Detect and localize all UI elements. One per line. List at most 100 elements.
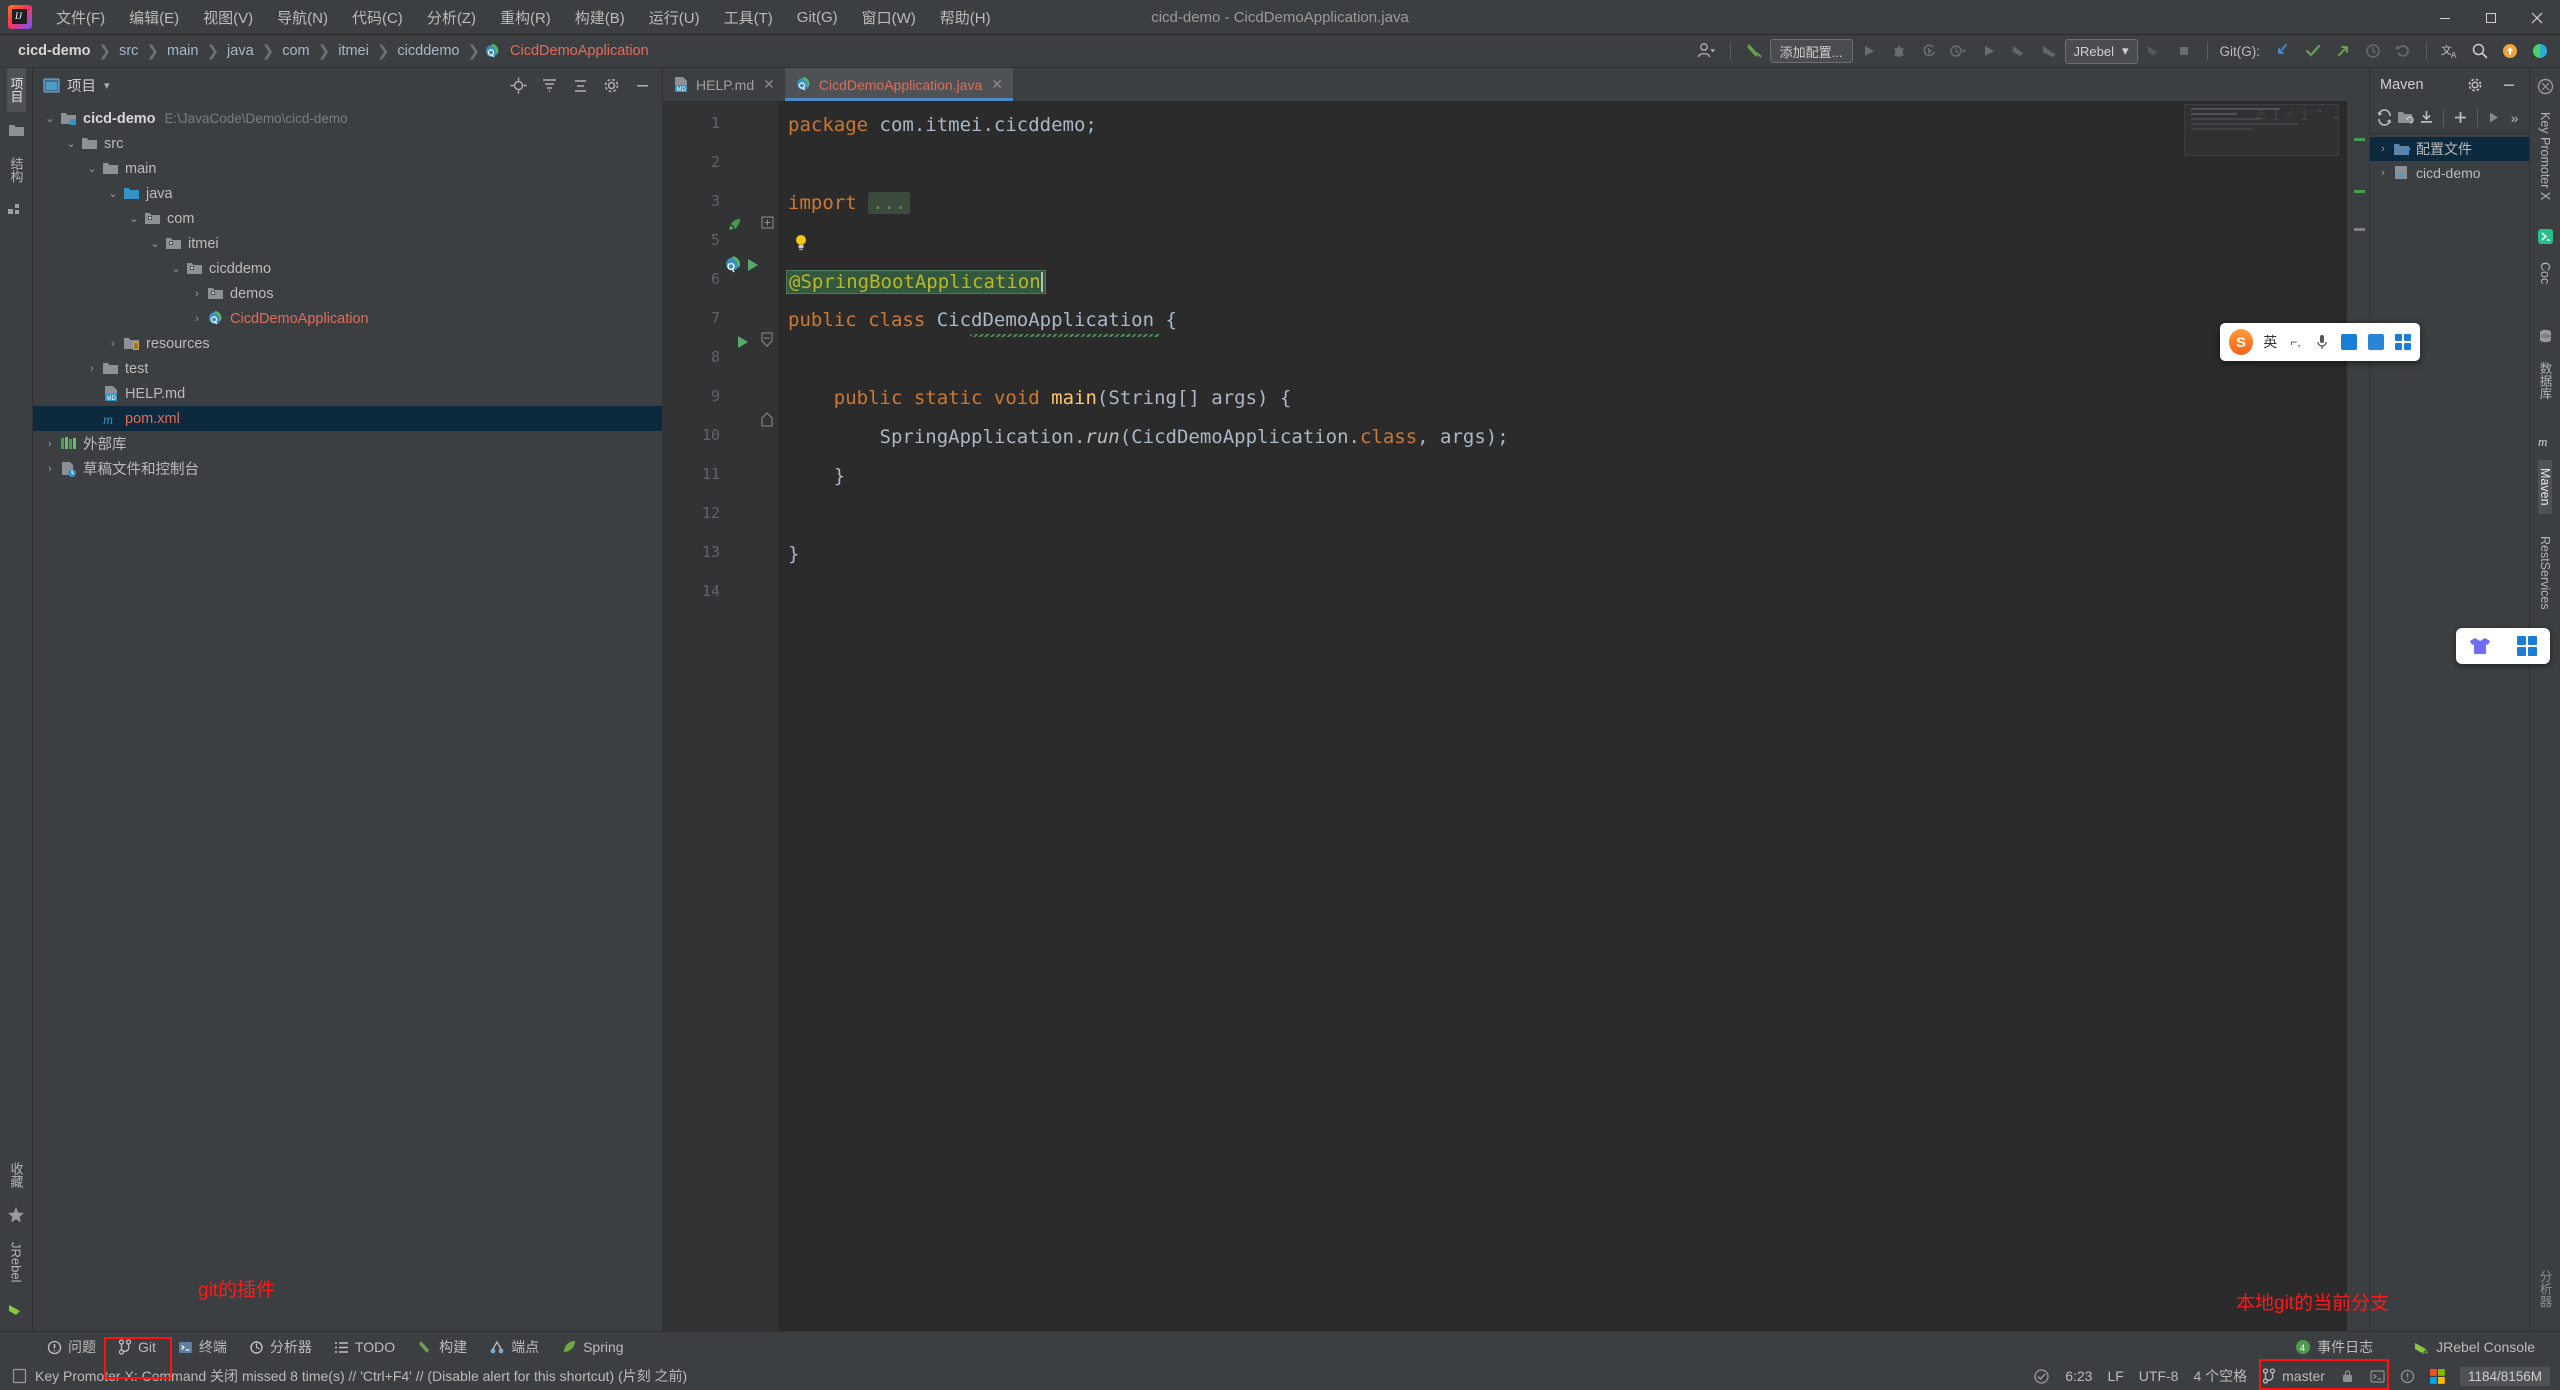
right-tab-maven[interactable]: Maven (2538, 459, 2552, 514)
breadcrumb-item-com[interactable]: com (278, 41, 313, 61)
git-update-icon[interactable] (2269, 38, 2297, 64)
menu-navigate[interactable]: 导航(N) (265, 3, 340, 32)
code-line-10[interactable]: SpringApplication.run(CicdDemoApplicatio… (788, 426, 1509, 448)
plugin-popup-chip[interactable] (2456, 628, 2550, 664)
tree-node-help-md[interactable]: MD HELP.md (33, 381, 662, 406)
plugin-orange-icon[interactable] (2496, 38, 2524, 64)
tree-node-pom-xml[interactable]: m pom.xml (33, 406, 662, 431)
fold-marker-method-close[interactable] (760, 412, 778, 430)
maven-node--[interactable]: › 配置文件 (2370, 137, 2529, 161)
user-avatar-icon[interactable] (1693, 38, 1721, 64)
chevron-down-icon[interactable]: ⌄ (62, 135, 80, 153)
run-with-coverage-icon[interactable] (1915, 38, 1943, 64)
tree-node-cicd-demo[interactable]: ⌄ cicd-demo E:\JavaCode\Demo\cicd-demo (33, 106, 662, 131)
tree-node--[interactable]: › 外部库 (33, 431, 662, 456)
git-commit-icon[interactable] (2299, 38, 2327, 64)
translate-icon[interactable]: 文A (2436, 38, 2464, 64)
project-tree[interactable]: ⌄ cicd-demo E:\JavaCode\Demo\cicd-demo ⌄ src… (33, 102, 662, 1331)
add-icon[interactable] (2452, 105, 2469, 131)
sogou-icon[interactable]: S (2229, 329, 2254, 355)
apps-grid-icon[interactable] (2394, 333, 2411, 351)
run-icon[interactable] (2485, 105, 2502, 131)
chevron-down-icon[interactable]: ⌄ (167, 260, 185, 278)
code-line-11[interactable]: } (788, 465, 845, 487)
code-line-6[interactable]: @SpringBootApplication (786, 270, 1046, 294)
settings-gear-icon[interactable] (597, 72, 625, 98)
menu-build[interactable]: 构建(B) (563, 3, 637, 32)
tree-node-com[interactable]: ⌄ com (33, 206, 662, 231)
close-icon[interactable]: ✕ (991, 76, 1003, 93)
reload-icon[interactable] (2376, 105, 2393, 131)
stop-icon[interactable] (2170, 38, 2198, 64)
tree-node-cicddemo[interactable]: ⌄ cicddemo (33, 256, 662, 281)
intention-bulb-icon[interactable] (794, 234, 808, 251)
chevron-down-icon[interactable]: ⌄ (104, 185, 122, 203)
menu-window[interactable]: 窗口(W) (850, 3, 928, 32)
chevron-down-icon[interactable]: ⌄ (125, 210, 143, 228)
tree-node-main[interactable]: ⌄ main (33, 156, 662, 181)
expand-icon[interactable] (566, 72, 594, 98)
toolbox-icon[interactable] (2367, 333, 2385, 351)
git-rollback-icon[interactable] (2389, 38, 2417, 64)
sidebar-tab-favorites[interactable]: 收藏 (7, 1153, 26, 1197)
warning-icon[interactable] (2400, 1369, 2415, 1384)
debug-icon[interactable] (1885, 38, 1913, 64)
bottom-tool--[interactable]: 问题 (36, 1333, 107, 1361)
rerun-icon[interactable] (1975, 38, 2003, 64)
editor-viewport[interactable]: 1 2 3 5 6 7 8 9 10 11 12 13 14 package com.itmei.cic… (663, 102, 2347, 1331)
editor-marker-bar[interactable] (2347, 68, 2369, 1331)
bottom-tool-spring[interactable]: Spring (550, 1335, 634, 1359)
editor-gutter[interactable]: 1 2 3 5 6 7 8 9 10 11 12 13 14 (663, 102, 778, 1331)
caret-position[interactable]: 6:23 (2065, 1368, 2092, 1384)
tree-node--[interactable]: › 草稿文件和控制台 (33, 456, 662, 481)
git-menu-label[interactable]: Git(G): (2220, 44, 2261, 59)
chevron-down-icon[interactable]: ⌄ (83, 160, 101, 178)
tree-node-src[interactable]: ⌄ src (33, 131, 662, 156)
close-icon[interactable]: ✕ (763, 76, 775, 93)
ime-language-label[interactable]: 英 (2263, 332, 2277, 352)
chevron-right-icon[interactable]: › (2374, 164, 2392, 182)
folder-icon[interactable] (6, 120, 26, 140)
bottom-tool-todo[interactable]: TODO (323, 1335, 406, 1359)
inspection-bean-icon[interactable] (725, 217, 743, 235)
menu-file[interactable]: 文件(F) (44, 3, 117, 32)
windows-icon[interactable] (2429, 1368, 2445, 1384)
sidebar-tab-structure[interactable]: 结构 (7, 148, 26, 192)
chevron-right-icon[interactable]: › (188, 285, 206, 303)
tree-node-resources[interactable]: › resources (33, 331, 662, 356)
chevron-right-icon[interactable]: › (41, 435, 59, 453)
spring-bean-icon[interactable] (723, 256, 741, 274)
tree-node-test[interactable]: › test (33, 356, 662, 381)
code-minimap[interactable] (2184, 104, 2339, 156)
right-tab-key-promoter[interactable]: Key Promoter X (2538, 104, 2552, 208)
right-tab-restservices[interactable]: RestServices (2538, 528, 2552, 618)
menu-tools[interactable]: 工具(T) (712, 3, 785, 32)
editor-tab-help-md[interactable]: MD HELP.md ✕ (663, 68, 785, 101)
sidebar-tab-project[interactable]: 项目 (6, 68, 26, 112)
jrebel-selector[interactable]: JRebel ▾ (2064, 38, 2138, 64)
indent-setting[interactable]: 4 个空格 (2193, 1366, 2247, 1386)
breadcrumb-item-java[interactable]: java (223, 41, 258, 61)
line-separator[interactable]: LF (2107, 1368, 2123, 1384)
fold-marker-method-open[interactable] (760, 332, 778, 350)
breadcrumb-item-cicddemoapplication[interactable]: CicdDemoApplication (506, 41, 653, 61)
star-icon[interactable] (6, 1205, 26, 1225)
run-gutter-icon[interactable] (745, 257, 763, 275)
module-icon[interactable] (6, 200, 26, 220)
bottom-right--[interactable]: 4 事件日志 (2284, 1333, 2384, 1361)
minimize-panel-icon[interactable] (628, 72, 656, 98)
key-promoter-icon[interactable] (2535, 76, 2555, 96)
chevron-right-icon[interactable]: › (2374, 140, 2392, 158)
collapse-all-icon[interactable] (535, 72, 563, 98)
menu-edit[interactable]: 编辑(E) (117, 3, 191, 32)
chevron-down-icon[interactable]: ⌄ (41, 110, 59, 128)
minimize-panel-icon[interactable] (2495, 72, 2523, 98)
code-line-9[interactable]: public static void main(String[] args) { (788, 387, 1292, 409)
tree-node-cicddemoapplication[interactable]: › CicdDemoApplication (33, 306, 662, 331)
maximize-button[interactable] (2468, 0, 2514, 35)
bottom-tool--[interactable]: 构建 (406, 1333, 478, 1361)
bottom-tool--[interactable]: 分析器 (238, 1333, 323, 1361)
right-tab-code[interactable]: Coc (2538, 254, 2552, 292)
bottom-tool--[interactable]: 终端 (167, 1333, 238, 1361)
menu-analyze[interactable]: 分析(Z) (415, 3, 488, 32)
